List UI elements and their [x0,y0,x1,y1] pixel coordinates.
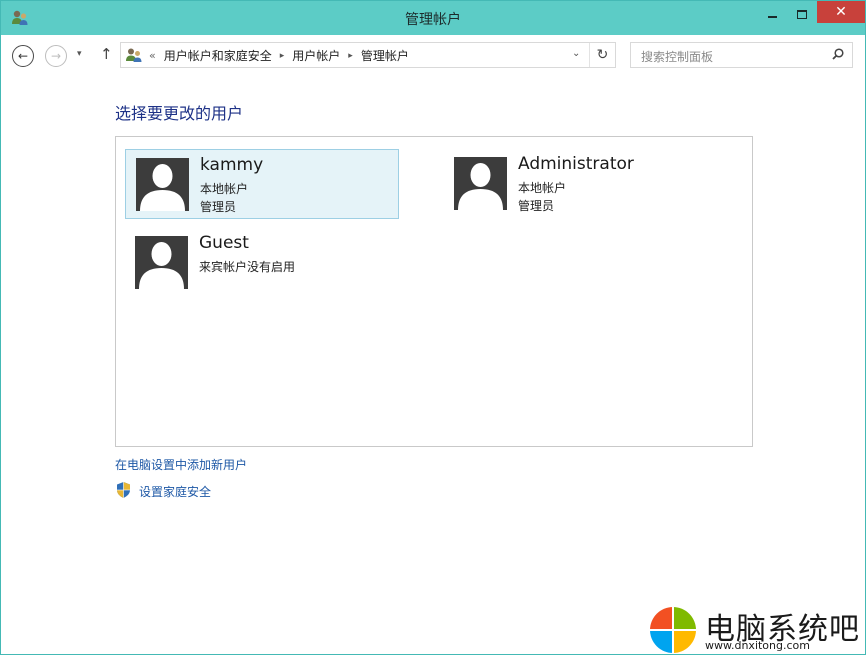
breadcrumb-item-user-accounts-family-safety[interactable]: 用户帐户和家庭安全 [164,47,272,64]
user-account-type: 本地帐户 [200,182,249,196]
avatar [454,157,507,210]
forward-button[interactable]: → [45,45,67,67]
user-list: kammy 本地帐户 管理员 Administrator 本地帐户 管理员 Gu… [115,136,753,447]
user-name: Guest [199,233,249,253]
user-tile-guest[interactable]: Guest 来宾帐户没有启用 [125,228,399,298]
refresh-button[interactable]: ↻ [589,43,615,67]
back-button[interactable]: ← [12,45,34,67]
user-name: kammy [200,155,264,175]
user-accounts-icon [126,48,142,62]
arrow-right-icon: → [50,49,62,63]
user-silhouette-icon [135,236,188,289]
window-title: 管理帐户 [405,12,461,28]
breadcrumb-item-manage-accounts[interactable]: 管理帐户 [361,47,409,64]
avatar [135,236,188,289]
refresh-icon: ↻ [596,47,609,63]
user-role: 管理员 [200,200,237,214]
user-account-type: 本地帐户 [518,181,567,195]
up-button[interactable]: ↑ [100,45,113,63]
address-dropdown-icon[interactable]: ⌄ [572,48,580,59]
window: 管理帐户 ✕ ← → ▾ ↑ « 用户帐户和家庭安全 ▸ 用户帐户 ▸ 管理帐户 [0,0,866,655]
recent-locations-button[interactable]: ▾ [77,49,82,59]
minimize-button[interactable] [758,1,786,27]
shield-icon [117,482,130,498]
arrow-up-icon: ↑ [100,45,113,63]
user-tile-kammy[interactable]: kammy 本地帐户 管理员 [125,149,399,219]
avatar [136,158,189,211]
family-safety-link[interactable]: 设置家庭安全 [139,483,211,500]
user-silhouette-icon [454,157,507,210]
breadcrumb-item-user-accounts[interactable]: 用户帐户 [292,47,340,64]
chevron-down-icon: ▾ [77,49,82,59]
breadcrumb-separator-icon[interactable]: ▸ [280,51,285,61]
close-button[interactable]: ✕ [817,1,865,23]
search-input[interactable]: 搜索控制面板 [630,42,853,68]
maximize-icon [797,9,807,19]
breadcrumb: « 用户帐户和家庭安全 ▸ 用户帐户 ▸ 管理帐户 [149,47,409,64]
search-icon[interactable] [832,48,844,60]
user-tile-administrator[interactable]: Administrator 本地帐户 管理员 [444,149,718,219]
user-status: 来宾帐户没有启用 [199,260,296,274]
user-silhouette-icon [136,158,189,211]
add-new-user-link[interactable]: 在电脑设置中添加新用户 [115,456,247,473]
maximize-button[interactable] [787,1,817,27]
close-icon: ✕ [835,4,847,20]
breadcrumb-overflow-icon[interactable]: « [149,49,156,62]
page-title: 选择要更改的用户 [115,104,244,123]
user-name: Administrator [518,154,634,174]
title-bar[interactable]: 管理帐户 ✕ [1,1,865,35]
watermark-url: www.dnxitong.com [705,639,810,652]
navigation-bar: ← → ▾ ↑ « 用户帐户和家庭安全 ▸ 用户帐户 ▸ 管理帐户 ⌄ ↻ 搜索… [1,35,865,75]
minimize-icon [767,16,777,18]
watermark: 电脑系统吧 www.dnxitong.com [647,606,865,654]
address-bar[interactable]: « 用户帐户和家庭安全 ▸ 用户帐户 ▸ 管理帐户 ⌄ ↻ [120,42,616,68]
breadcrumb-separator-icon[interactable]: ▸ [348,51,353,61]
user-role: 管理员 [518,199,555,213]
arrow-left-icon: ← [17,49,29,63]
search-placeholder: 搜索控制面板 [641,50,714,64]
windows-logo-icon [650,607,696,653]
